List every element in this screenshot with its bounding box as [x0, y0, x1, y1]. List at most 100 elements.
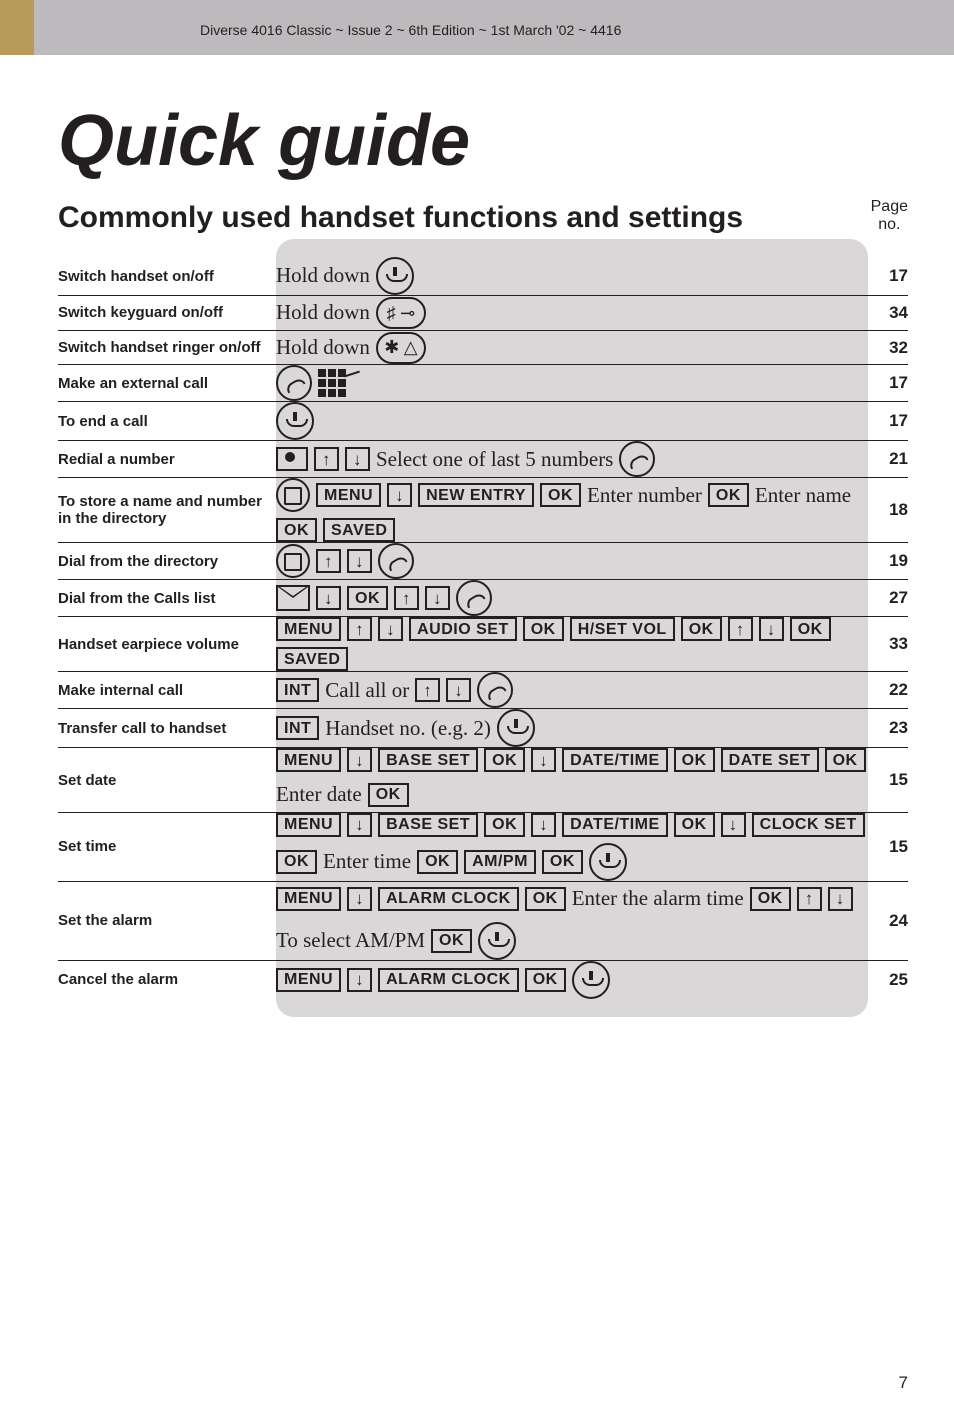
row-page: 24 — [868, 881, 908, 960]
row-label: Set the alarm — [58, 881, 276, 960]
end-call-icon — [589, 843, 627, 881]
ok-key: OK — [525, 887, 566, 911]
table-row: Dial from the Calls list OK 27 — [58, 580, 908, 617]
end-call-icon — [572, 961, 610, 999]
row-page: 27 — [868, 580, 908, 617]
call-all-or-text: Call all or — [325, 674, 409, 708]
row-page: 17 — [868, 257, 908, 296]
table-row: Cancel the alarm MENU ALARM CLOCK OK 25 — [58, 960, 908, 999]
ok-key: OK — [790, 617, 831, 641]
menu-key: MENU — [316, 483, 381, 507]
row-label: Switch handset on/off — [58, 257, 276, 296]
enter-name-text: Enter name — [755, 479, 851, 513]
panel-bottom-cap — [276, 999, 868, 1017]
talk-key-icon — [456, 580, 492, 616]
base-set-key: BASE SET — [378, 748, 478, 772]
row-label: Redial a number — [58, 441, 276, 478]
table-row: Handset earpiece volume MENU AUDIO SET O… — [58, 617, 908, 672]
clock-set-key: CLOCK SET — [752, 813, 865, 837]
down-key-icon — [531, 748, 556, 772]
down-key-icon — [759, 617, 784, 641]
ok-key: OK — [708, 483, 749, 507]
date-time-key: DATE/TIME — [562, 748, 668, 772]
page-label-line1: Page — [871, 198, 908, 215]
end-call-icon — [478, 922, 516, 960]
menu-key: MENU — [276, 887, 341, 911]
ok-key: OK — [417, 850, 458, 874]
up-key-icon — [347, 617, 372, 641]
new-entry-key: NEW ENTRY — [418, 483, 534, 507]
table-row: Transfer call to handset INT Handset no.… — [58, 709, 908, 748]
redial-key-icon — [276, 447, 308, 471]
row-label: Handset earpiece volume — [58, 617, 276, 672]
table-row: Dial from the directory 19 — [58, 543, 908, 580]
talk-key-icon — [378, 543, 414, 579]
audio-set-key: AUDIO SET — [409, 617, 517, 641]
down-key-icon — [531, 813, 556, 837]
hset-vol-key: H/SET VOL — [570, 617, 675, 641]
up-key-icon — [415, 678, 440, 702]
row-label: To end a call — [58, 402, 276, 441]
down-key-icon — [316, 586, 341, 610]
page-subtitle: Commonly used handset functions and sett… — [58, 201, 743, 235]
ok-key: OK — [431, 929, 472, 953]
ampm-key: AM/PM — [464, 850, 536, 874]
ok-key: OK — [484, 813, 525, 837]
page-title: Quick guide — [58, 100, 908, 182]
up-key-icon — [728, 617, 753, 641]
down-key-icon — [378, 617, 403, 641]
down-key-icon — [425, 586, 450, 610]
end-call-icon — [497, 709, 535, 747]
panel-top-cap — [276, 239, 868, 257]
page-label-line2: no. — [878, 216, 900, 233]
row-page: 15 — [868, 812, 908, 881]
talk-key-icon — [619, 441, 655, 477]
base-set-key: BASE SET — [378, 813, 478, 837]
down-key-icon — [828, 887, 853, 911]
table-row: Set date MENU BASE SET OK DATE/TIME OK D… — [58, 748, 908, 813]
hold-down-text: Hold down — [276, 296, 370, 330]
table-row: Switch keyguard on/off Hold down ♯ ⊸ 34 — [58, 296, 908, 331]
alarm-clock-key: ALARM CLOCK — [378, 887, 519, 911]
down-key-icon — [347, 968, 372, 992]
ok-key: OK — [674, 813, 715, 837]
table-row: To end a call 17 — [58, 402, 908, 441]
down-key-icon — [721, 813, 746, 837]
saved-key: SAVED — [323, 518, 395, 542]
page-number: 7 — [899, 1373, 908, 1393]
directory-key-icon — [276, 478, 310, 512]
down-key-icon — [446, 678, 471, 702]
ok-key: OK — [347, 586, 388, 610]
row-page: 17 — [868, 365, 908, 402]
menu-key: MENU — [276, 968, 341, 992]
table-row: Switch handset ringer on/off Hold down ✱… — [58, 330, 908, 365]
row-label: Switch keyguard on/off — [58, 296, 276, 331]
row-label: Set time — [58, 812, 276, 881]
star-key-icon: ✱ △ — [376, 332, 426, 364]
row-page: 33 — [868, 617, 908, 672]
table-row: Set the alarm MENU ALARM CLOCK OK Enter … — [58, 881, 908, 960]
alarm-clock-key: ALARM CLOCK — [378, 968, 519, 992]
down-key-icon — [347, 813, 372, 837]
quick-guide-table: Switch handset on/off Hold down 17 Switc… — [58, 257, 908, 998]
down-key-icon — [347, 748, 372, 772]
end-call-icon — [376, 257, 414, 295]
talk-key-icon — [276, 365, 312, 401]
menu-key: MENU — [276, 748, 341, 772]
down-key-icon — [347, 887, 372, 911]
table-row: Make an external call 17 — [58, 365, 908, 402]
ok-key: OK — [542, 850, 583, 874]
table-row: Set time MENU BASE SET OK DATE/TIME OK C… — [58, 812, 908, 881]
menu-key: MENU — [276, 617, 341, 641]
row-label: Switch handset ringer on/off — [58, 330, 276, 365]
to-select-ampm-text: To select AM/PM — [276, 924, 425, 958]
int-key: INT — [276, 678, 319, 702]
date-time-key: DATE/TIME — [562, 813, 668, 837]
row-page: 15 — [868, 748, 908, 813]
enter-time-text: Enter time — [323, 845, 411, 879]
row-page: 17 — [868, 402, 908, 441]
row-label: Dial from the Calls list — [58, 580, 276, 617]
row-page: 23 — [868, 709, 908, 748]
accent-stripe — [0, 0, 34, 55]
row-page: 25 — [868, 960, 908, 999]
